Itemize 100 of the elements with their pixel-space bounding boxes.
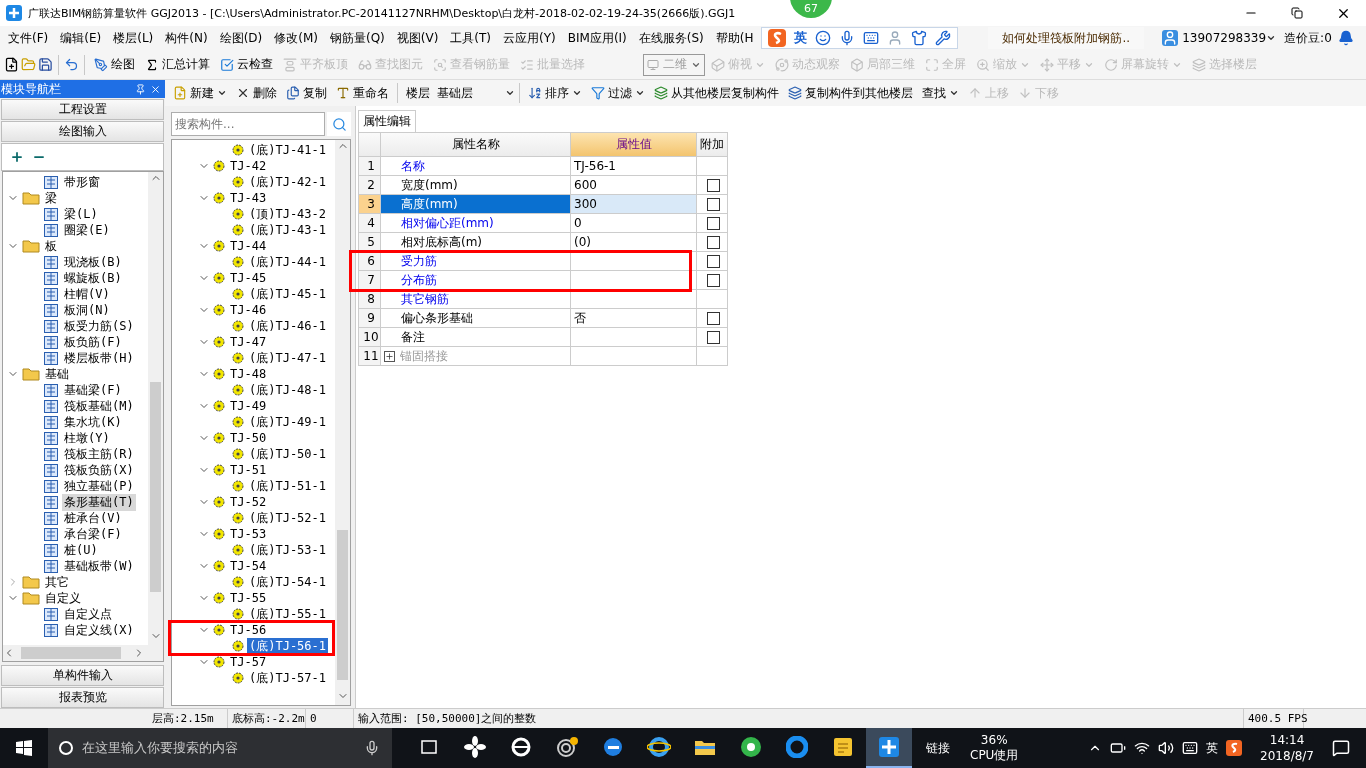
tree-item[interactable]: TJ-54 bbox=[228, 559, 269, 573]
save-icon[interactable] bbox=[38, 57, 53, 72]
property-name[interactable]: 相对偏心距(mm) bbox=[381, 214, 571, 233]
property-value[interactable]: 否 bbox=[571, 309, 697, 328]
tree-item[interactable]: 自定义点 bbox=[62, 605, 114, 623]
toolbar-button[interactable]: 重命名 bbox=[332, 81, 393, 105]
toolbar-button[interactable]: 绘图 bbox=[90, 52, 139, 77]
toolbar-button[interactable]: 复制构件到其他楼层 bbox=[784, 81, 917, 105]
search-button[interactable] bbox=[327, 112, 351, 136]
tree-item[interactable]: TJ-47 bbox=[228, 335, 269, 349]
section-button[interactable]: 单构件输入 bbox=[1, 665, 164, 686]
menu-item[interactable]: 编辑(E) bbox=[54, 29, 108, 47]
tree-item[interactable]: TJ-57 bbox=[228, 655, 269, 669]
menu-item[interactable]: 文件(F) bbox=[2, 29, 55, 47]
tree-item[interactable]: 独立基础(P) bbox=[62, 477, 136, 495]
tree-item[interactable]: (底)TJ-44-1 bbox=[247, 253, 329, 271]
tree-item[interactable]: (底)TJ-57-1 bbox=[247, 669, 329, 687]
tree-item[interactable]: (底)TJ-47-1 bbox=[247, 349, 329, 367]
checkbox[interactable] bbox=[707, 178, 720, 192]
toolbar-button[interactable]: 复制 bbox=[282, 81, 331, 105]
tree-item[interactable]: 基础板带(W) bbox=[62, 557, 136, 575]
menu-item[interactable]: 云应用(Y) bbox=[497, 29, 562, 47]
property-value[interactable]: 600 bbox=[571, 176, 697, 195]
search-field[interactable]: 搜索构件... bbox=[171, 112, 325, 136]
vertical-scrollbar[interactable] bbox=[148, 172, 163, 645]
tree-item[interactable]: (底)TJ-48-1 bbox=[247, 381, 329, 399]
horizontal-scrollbar[interactable] bbox=[3, 645, 163, 661]
microphone-icon[interactable] bbox=[364, 740, 380, 756]
tree-item[interactable]: TJ-49 bbox=[228, 399, 269, 413]
menu-item[interactable]: 钢筋量(Q) bbox=[323, 29, 391, 47]
menu-item[interactable]: 楼层(L) bbox=[107, 29, 160, 47]
tree-item[interactable]: 板洞(N) bbox=[62, 301, 112, 319]
tree-item[interactable]: TJ-53 bbox=[228, 527, 269, 541]
checkbox[interactable] bbox=[707, 254, 720, 268]
tree-item[interactable]: 筏板基础(M) bbox=[62, 397, 136, 415]
tree-item[interactable]: (底)TJ-55-1 bbox=[247, 605, 329, 623]
menu-item[interactable]: 帮助(H bbox=[709, 29, 760, 47]
vertical-scrollbar[interactable] bbox=[335, 140, 350, 705]
tree-item[interactable]: TJ-48 bbox=[228, 367, 269, 381]
tree-item[interactable]: TJ-56 bbox=[228, 623, 269, 637]
checkbox[interactable] bbox=[707, 197, 720, 211]
property-value[interactable]: TJ-56-1 bbox=[571, 157, 697, 176]
toolbar-button[interactable]: 删除 bbox=[232, 81, 281, 105]
pin-icon[interactable] bbox=[135, 83, 146, 95]
expand-all-icon[interactable] bbox=[10, 150, 24, 164]
notification-icon[interactable] bbox=[1332, 739, 1350, 757]
tree-item[interactable]: 圈梁(E) bbox=[62, 221, 112, 239]
tree-item[interactable]: 自定义 bbox=[43, 589, 83, 607]
checkbox[interactable] bbox=[707, 216, 720, 230]
tree-item[interactable]: (底)TJ-54-1 bbox=[247, 573, 329, 591]
tree-item[interactable]: TJ-42 bbox=[228, 159, 269, 173]
tree-item[interactable]: 基础 bbox=[43, 365, 71, 383]
tree-item[interactable]: 板负筋(F) bbox=[62, 333, 124, 351]
toolbar-button[interactable]: 汇总计算 bbox=[141, 52, 214, 77]
tree-item[interactable]: (底)TJ-51-1 bbox=[247, 477, 329, 495]
close-icon[interactable] bbox=[150, 83, 161, 95]
property-name[interactable]: 偏心条形基础 bbox=[381, 309, 571, 328]
tree-item[interactable]: TJ-55 bbox=[228, 591, 269, 605]
tree-item[interactable]: 筏板负筋(X) bbox=[62, 461, 136, 479]
toolbar-button[interactable]: 过滤 bbox=[587, 81, 649, 105]
tree-item[interactable]: 楼层板带(H) bbox=[62, 349, 136, 367]
checkbox[interactable] bbox=[707, 330, 720, 344]
tree-item[interactable]: 螺旋板(B) bbox=[62, 269, 124, 287]
property-value[interactable]: 300 bbox=[571, 195, 697, 214]
section-button[interactable]: 工程设置 bbox=[1, 99, 164, 120]
tree-item[interactable]: (底)TJ-43-1 bbox=[247, 221, 329, 239]
tree-item[interactable]: TJ-46 bbox=[228, 303, 269, 317]
scrollbar-thumb[interactable] bbox=[337, 530, 348, 680]
floor-select[interactable]: 基础层 bbox=[435, 83, 515, 103]
tree-item[interactable]: 条形基础(T) bbox=[62, 493, 136, 511]
scrollbar-thumb[interactable] bbox=[21, 647, 121, 659]
keyboard-icon[interactable] bbox=[1182, 740, 1199, 756]
settings-icon[interactable] bbox=[935, 30, 952, 46]
menu-item[interactable]: 构件(N) bbox=[159, 29, 214, 47]
scrollbar-thumb[interactable] bbox=[150, 382, 161, 592]
tree-item[interactable]: (底)TJ-45-1 bbox=[247, 285, 329, 303]
account-name[interactable]: 13907298339 bbox=[1182, 31, 1267, 45]
property-value[interactable] bbox=[571, 290, 697, 309]
tab[interactable]: 属性编辑 bbox=[358, 110, 416, 132]
taskbar-search-field[interactable]: 在这里输入你要搜索的内容 bbox=[48, 728, 392, 768]
tree-item[interactable]: 基础梁(F) bbox=[62, 381, 124, 399]
menu-item[interactable]: 视图(V) bbox=[390, 29, 445, 47]
tree-item[interactable]: TJ-51 bbox=[228, 463, 269, 477]
tree-item[interactable]: TJ-44 bbox=[228, 239, 269, 253]
property-name[interactable]: 名称 bbox=[381, 157, 571, 176]
emoji-icon[interactable] bbox=[815, 30, 832, 46]
tree-item[interactable]: 承台梁(F) bbox=[62, 525, 124, 543]
property-name[interactable]: 宽度(mm) bbox=[381, 176, 571, 195]
volume-icon[interactable] bbox=[1158, 740, 1175, 756]
wifi-icon[interactable] bbox=[1134, 740, 1151, 756]
toolbar-button[interactable]: 排序 bbox=[524, 81, 586, 105]
tree-item[interactable]: (底)TJ-50-1 bbox=[247, 445, 329, 463]
tree-item[interactable]: 柱帽(V) bbox=[62, 285, 112, 303]
tree-item[interactable]: 板受力筋(S) bbox=[62, 317, 136, 335]
toolbar-button[interactable]: 新建 bbox=[169, 81, 231, 105]
section-button[interactable]: 报表预览 bbox=[1, 687, 164, 708]
tree-item[interactable]: (顶)TJ-43-2 bbox=[247, 205, 329, 223]
tree-item[interactable]: 筏板主筋(R) bbox=[62, 445, 136, 463]
toolbar-button[interactable]: 查找 bbox=[918, 81, 963, 105]
tree-item[interactable]: 现浇板(B) bbox=[62, 253, 124, 271]
